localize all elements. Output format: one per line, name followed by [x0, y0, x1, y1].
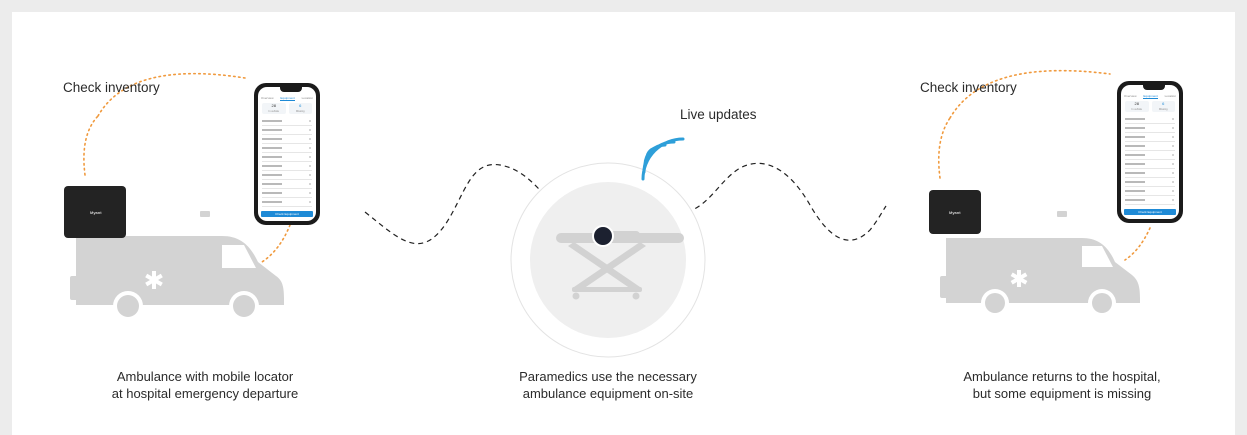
- connector-right: [686, 162, 887, 241]
- phone-stat: 28 In vehicle: [262, 103, 286, 114]
- phone-notch: [1143, 85, 1165, 90]
- caption-right-line2: but some equipment is missing: [972, 386, 1152, 401]
- locator-dot: [592, 225, 614, 247]
- phone-icon-left: Overview Equipment Location 28 In vehicle…: [254, 83, 320, 225]
- phone-tab: Location: [301, 96, 313, 100]
- phone-tab: Location: [1164, 94, 1176, 98]
- phone-stat: 28 In vehicle: [1125, 101, 1149, 112]
- phone-tab-active: Equipment: [1143, 94, 1158, 99]
- phone-icon-right: Overview Equipment Location 28 In vehicle…: [1117, 81, 1183, 223]
- caption-center-line2: ambulance equipment on-site: [522, 386, 694, 401]
- phone-stats: 28 In vehicle 6 Missing: [262, 103, 312, 114]
- device-logo: Myant: [90, 210, 102, 215]
- caption-left-line1: Ambulance with mobile locator: [116, 369, 294, 384]
- phone-stat: 6 Missing: [288, 103, 312, 114]
- phone-screen: Overview Equipment Location 28 In vehicle…: [1121, 85, 1179, 219]
- check-inventory-label-right: Check inventory: [920, 80, 1017, 95]
- phone-tab-active: Equipment: [280, 96, 295, 101]
- check-equipment-button: Check Equipment: [1124, 209, 1176, 215]
- check-inventory-label-left: Check inventory: [63, 80, 160, 95]
- caption-right-line1: Ambulance returns to the hospital,: [963, 369, 1161, 384]
- caption-right: Ambulance returns to the hospital, but s…: [912, 368, 1212, 402]
- phone-tabs: Overview Equipment Location: [1124, 94, 1176, 99]
- phone-tab: Overview: [1124, 94, 1137, 98]
- caption-left: Ambulance with mobile locator at hospita…: [60, 368, 350, 402]
- phone-tabs: Overview Equipment Location: [261, 96, 313, 101]
- phone-notch: [280, 87, 302, 92]
- phone-screen: Overview Equipment Location 28 In vehicle…: [258, 87, 316, 221]
- device-logo: Myant: [949, 210, 961, 215]
- caption-left-line2: at hospital emergency departure: [111, 386, 299, 401]
- phone-stat: 6 Missing: [1151, 101, 1175, 112]
- caption-center: Paramedics use the necessary ambulance e…: [463, 368, 753, 402]
- live-updates-label: Live updates: [680, 107, 757, 122]
- caption-center-line1: Paramedics use the necessary: [519, 369, 697, 384]
- center-inner-disc: [530, 182, 686, 338]
- phone-tab: Overview: [261, 96, 274, 100]
- check-equipment-button: Check Equipment: [261, 211, 313, 217]
- locator-device-icon-right: Myant: [929, 190, 981, 234]
- phone-stats: 28 In vehicle 6 Missing: [1125, 101, 1175, 112]
- locator-device-icon-left: Myant: [64, 186, 126, 238]
